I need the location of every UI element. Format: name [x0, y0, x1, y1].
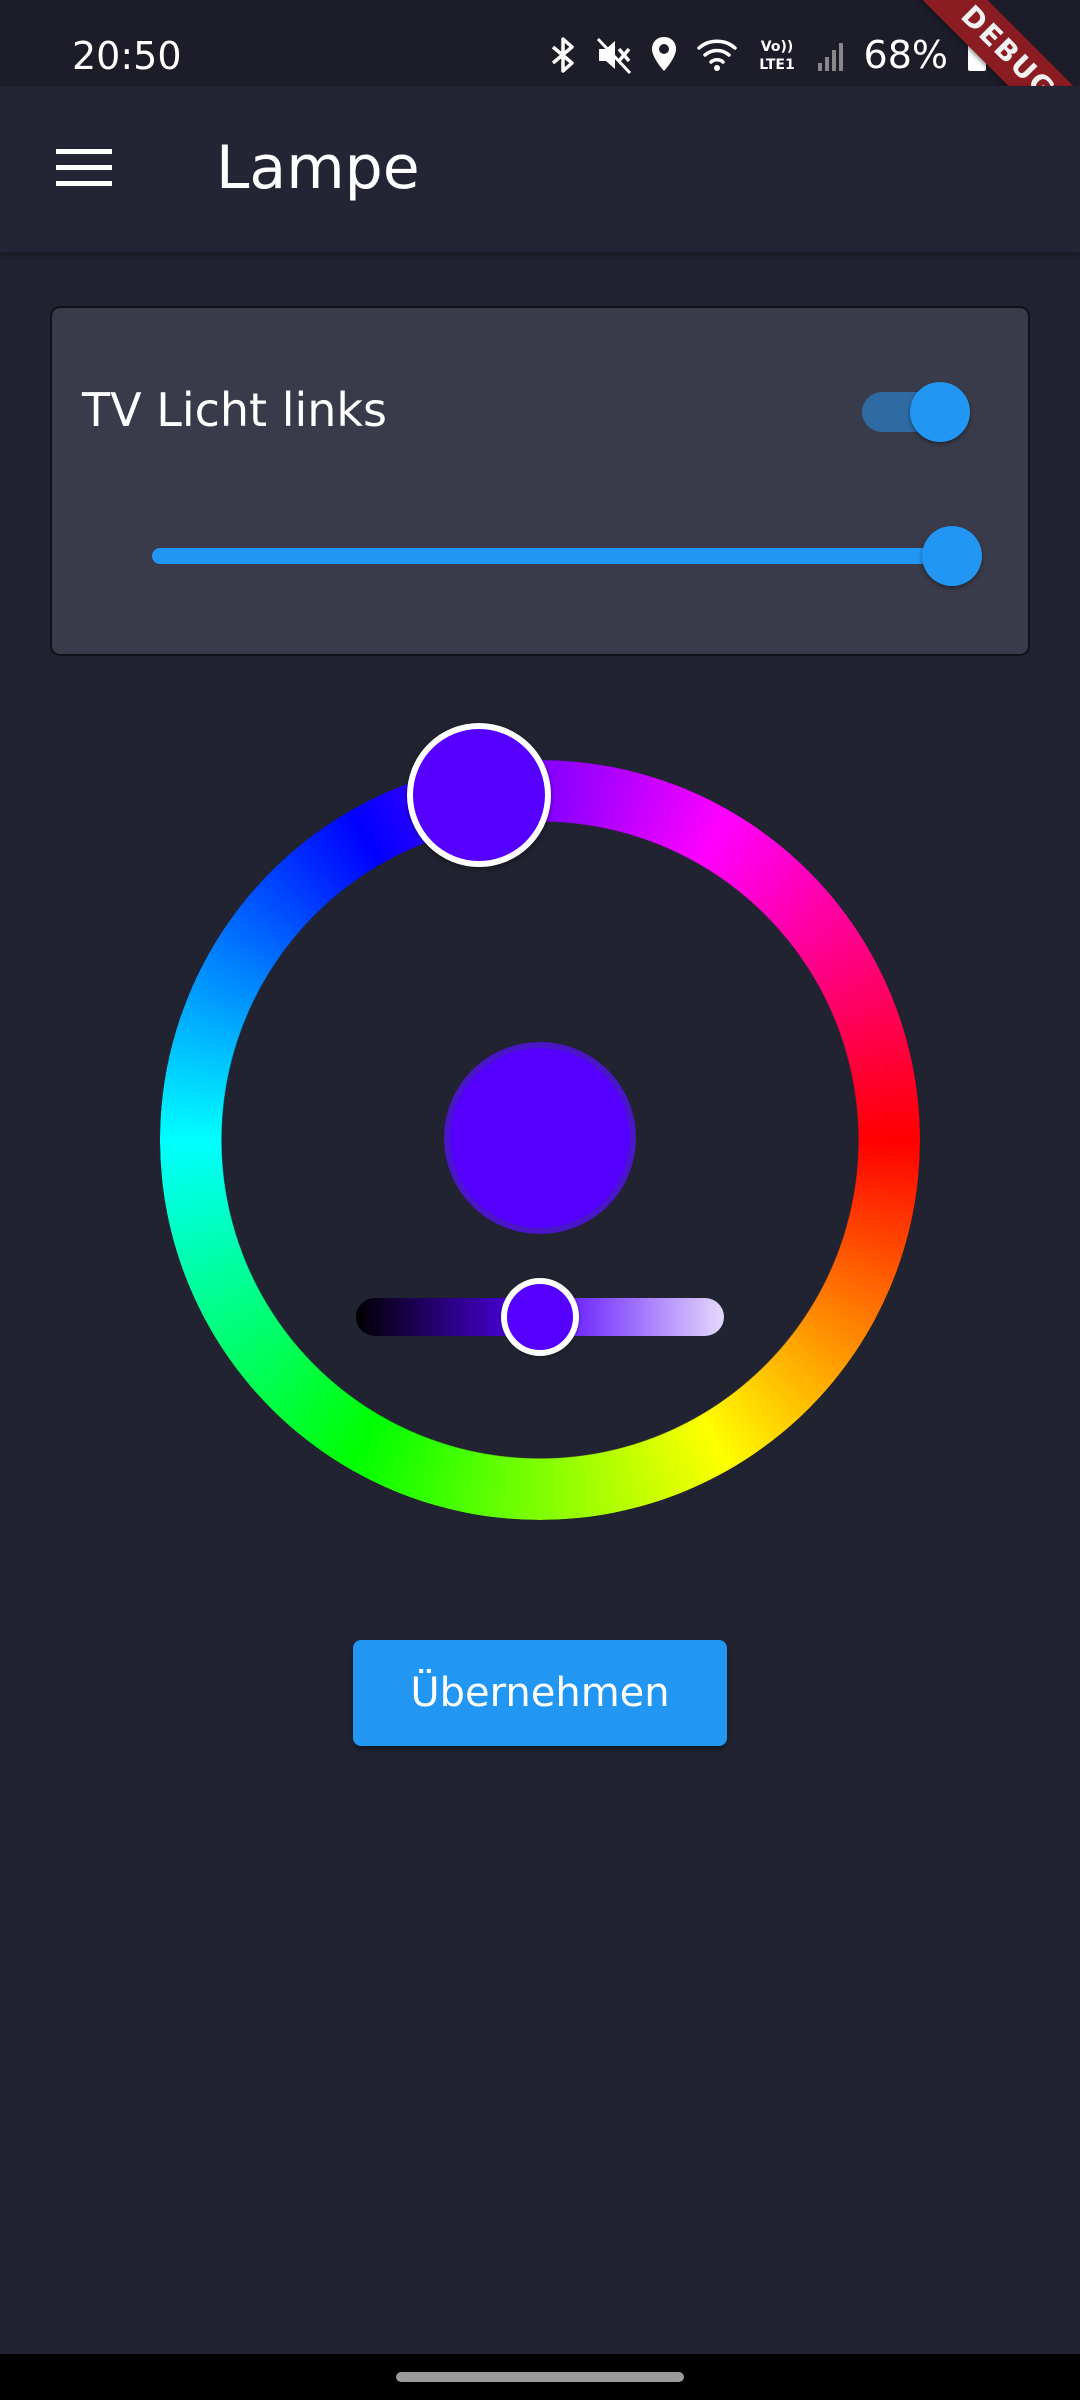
device-card: TV Licht links: [50, 306, 1030, 656]
brightness-slider[interactable]: [152, 526, 982, 586]
toggle-thumb[interactable]: [910, 382, 970, 442]
page-title: Lampe: [216, 133, 420, 203]
app-bar: Lampe: [0, 86, 1080, 252]
bluetooth-icon: [548, 35, 578, 75]
wifi-icon: [696, 35, 738, 75]
signal-icon: [816, 35, 846, 75]
svg-text:Vo)): Vo)): [760, 39, 792, 55]
mute-icon: [596, 35, 632, 75]
hamburger-menu-icon: [56, 147, 112, 193]
lamp-screen: 20:50 Vo)) LTE1 68% DEBUG Lampe TV Licht…: [0, 0, 1080, 2400]
slider-thumb[interactable]: [922, 526, 982, 586]
status-icons: Vo)) LTE1 68%: [548, 30, 988, 80]
navigation-bar: [0, 2354, 1080, 2400]
menu-button[interactable]: [40, 130, 128, 210]
device-name: TV Licht links: [82, 383, 388, 437]
home-handle[interactable]: [396, 2372, 684, 2382]
value-slider[interactable]: [356, 1278, 724, 1356]
hue-thumb[interactable]: [407, 723, 552, 868]
selected-color-preview: [444, 1042, 636, 1234]
apply-button[interactable]: Übernehmen: [353, 1640, 727, 1746]
status-bar: 20:50 Vo)) LTE1 68%: [0, 0, 1080, 86]
svg-text:LTE1: LTE1: [759, 57, 794, 73]
slider-fill: [152, 548, 952, 564]
location-icon: [650, 35, 678, 75]
power-toggle[interactable]: [862, 382, 970, 442]
value-slider-thumb[interactable]: [501, 1278, 579, 1356]
battery-percentage: 68%: [863, 33, 948, 77]
status-time: 20:50: [72, 34, 182, 78]
color-picker: [160, 723, 920, 1520]
lte-icon: Vo)) LTE1: [756, 35, 798, 75]
